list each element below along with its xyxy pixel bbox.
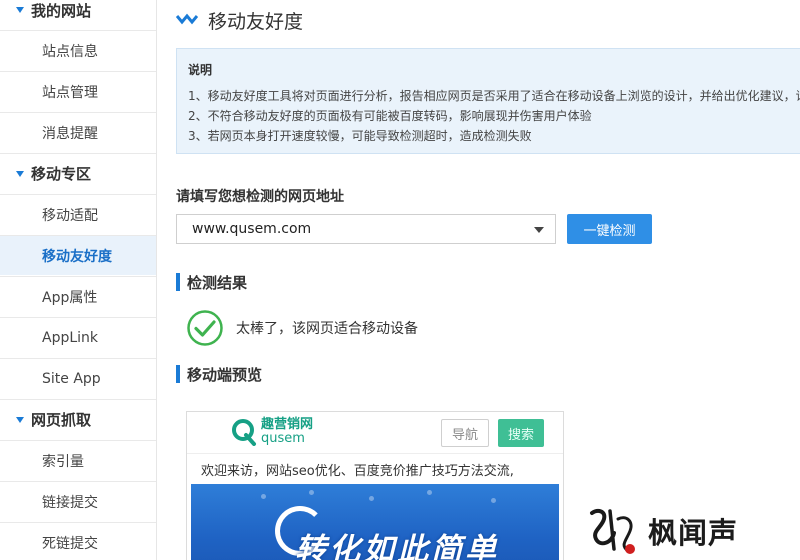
sidebar-item-deadlink-submit[interactable]: 死链提交 (0, 522, 156, 560)
preview-banner[interactable]: 转化如此简单 (191, 484, 559, 560)
sidebar-item-label: App属性 (42, 289, 98, 306)
check-circle-icon (187, 310, 223, 346)
banner-dot (427, 490, 432, 495)
sidebar-item-label: 移动适配 (42, 207, 98, 224)
caret-down-icon (16, 170, 24, 177)
sidebar-item-label: 死链提交 (42, 535, 98, 552)
notice-title: 说明 (188, 63, 213, 77)
preview-welcome-text: 欢迎来访，网站seo优化、百度竞价推广技巧方法交流, (201, 464, 514, 479)
banner-dot (309, 490, 314, 495)
sidebar-item-label: 站点管理 (42, 84, 98, 101)
preview-banner-text: 转化如此简单 (295, 532, 499, 560)
preview-logo[interactable]: 趣营销网 qusem (231, 418, 313, 446)
app-root: 我的网站 站点信息 站点管理 消息提醒 移动专区 移动适配 移动友好度 App属… (0, 0, 800, 560)
preview-header: 趣营销网 qusem 导航 搜索 (187, 412, 563, 454)
result-heading-text: 检测结果 (187, 273, 248, 292)
sidebar: 我的网站 站点信息 站点管理 消息提醒 移动专区 移动适配 移动友好度 App属… (0, 0, 157, 560)
result-row: 太棒了，该网页适合移动设备 (186, 309, 418, 347)
section-marker (176, 365, 180, 383)
sidebar-item-site-app[interactable]: Site App (0, 358, 156, 398)
sidebar-item-site-info[interactable]: 站点信息 (0, 30, 156, 70)
sidebar-item-app-props[interactable]: App属性 (0, 276, 156, 316)
preview-section-heading: 移动端预览 (176, 364, 262, 384)
preview-heading-text: 移动端预览 (187, 365, 263, 384)
preview-nav-button[interactable]: 导航 (441, 419, 489, 447)
preview-logo-cn: 趣营销网 (261, 417, 314, 432)
sidebar-group-title: 移动专区 (31, 165, 92, 183)
preview-logo-en: qusem (261, 431, 305, 446)
sidebar-group-title: 网页抓取 (31, 411, 92, 429)
preview-search-button[interactable]: 搜索 (498, 419, 544, 447)
sidebar-item-label: 移动友好度 (42, 248, 112, 265)
result-text: 太棒了，该网页适合移动设备 (236, 321, 418, 337)
sidebar-item-mobile-adapt[interactable]: 移动适配 (0, 194, 156, 234)
sidebar-group-title: 我的网站 (31, 1, 92, 20)
notice-box: 说明 1、移动友好度工具将对页面进行分析，报告相应网页是否采用了适合在移动设备上… (176, 48, 800, 154)
sidebar-item-mobile-friendly[interactable]: 移动友好度 (0, 235, 156, 275)
url-field-label: 请填写您想检测的网页地址 (176, 189, 344, 205)
banner-dot (369, 496, 374, 501)
sidebar-item-messages[interactable]: 消息提醒 (0, 112, 156, 152)
calligraphy-mark-icon (590, 509, 635, 554)
sidebar-item-label: AppLink (42, 329, 99, 346)
sidebar-item-applink[interactable]: AppLink (0, 317, 156, 357)
sidebar-item-label: 消息提醒 (42, 125, 98, 142)
sidebar-item-site-manage[interactable]: 站点管理 (0, 71, 156, 111)
chevron-v-icon (176, 13, 198, 25)
banner-dot (491, 498, 496, 503)
notice-line: 2、不符合移动友好度的页面极有可能被百度转码，影响展现并伤害用户体验 (188, 109, 592, 123)
sidebar-item-label: 索引量 (42, 453, 84, 470)
check-button[interactable]: 一键检测 (567, 214, 652, 244)
sidebar-group-my-site[interactable]: 我的网站 (0, 0, 156, 30)
page-title: 移动友好度 (208, 10, 304, 33)
sidebar-item-label: 站点信息 (42, 43, 98, 60)
mobile-preview: 趣营销网 qusem 导航 搜索 欢迎来访，网站seo优化、百度竞价推广技巧方法… (186, 411, 564, 560)
watermark-text: 枫闻声 (648, 516, 739, 550)
banner-dot (261, 494, 266, 499)
result-section-heading: 检测结果 (176, 272, 247, 292)
sidebar-group-crawl[interactable]: 网页抓取 (0, 399, 156, 439)
sidebar-group-mobile[interactable]: 移动专区 (0, 153, 156, 193)
notice-line: 3、若网页本身打开速度较慢，可能导致检测超时，造成检测失败 (188, 129, 532, 143)
dropdown-arrow-icon (534, 227, 544, 233)
sidebar-item-label: Site App (42, 370, 101, 387)
caret-down-icon (16, 416, 24, 423)
sidebar-item-link-submit[interactable]: 链接提交 (0, 481, 156, 521)
sidebar-item-label: 链接提交 (42, 494, 98, 511)
notice-line: 1、移动友好度工具将对页面进行分析，报告相应网页是否采用了适合在移动设备上浏览的… (188, 89, 800, 103)
main-content: 移动友好度 说明 1、移动友好度工具将对页面进行分析，报告相应网页是否采用了适合… (157, 0, 800, 560)
caret-down-icon (16, 7, 24, 13)
q-logo-icon (232, 419, 256, 446)
section-marker (176, 273, 180, 291)
url-select[interactable]: www.qusem.com (176, 214, 556, 244)
sidebar-item-index[interactable]: 索引量 (0, 440, 156, 480)
page-header: 移动友好度 (176, 6, 303, 34)
url-select-value: www.qusem.com (192, 221, 312, 237)
watermark: 枫闻声 (584, 505, 738, 557)
